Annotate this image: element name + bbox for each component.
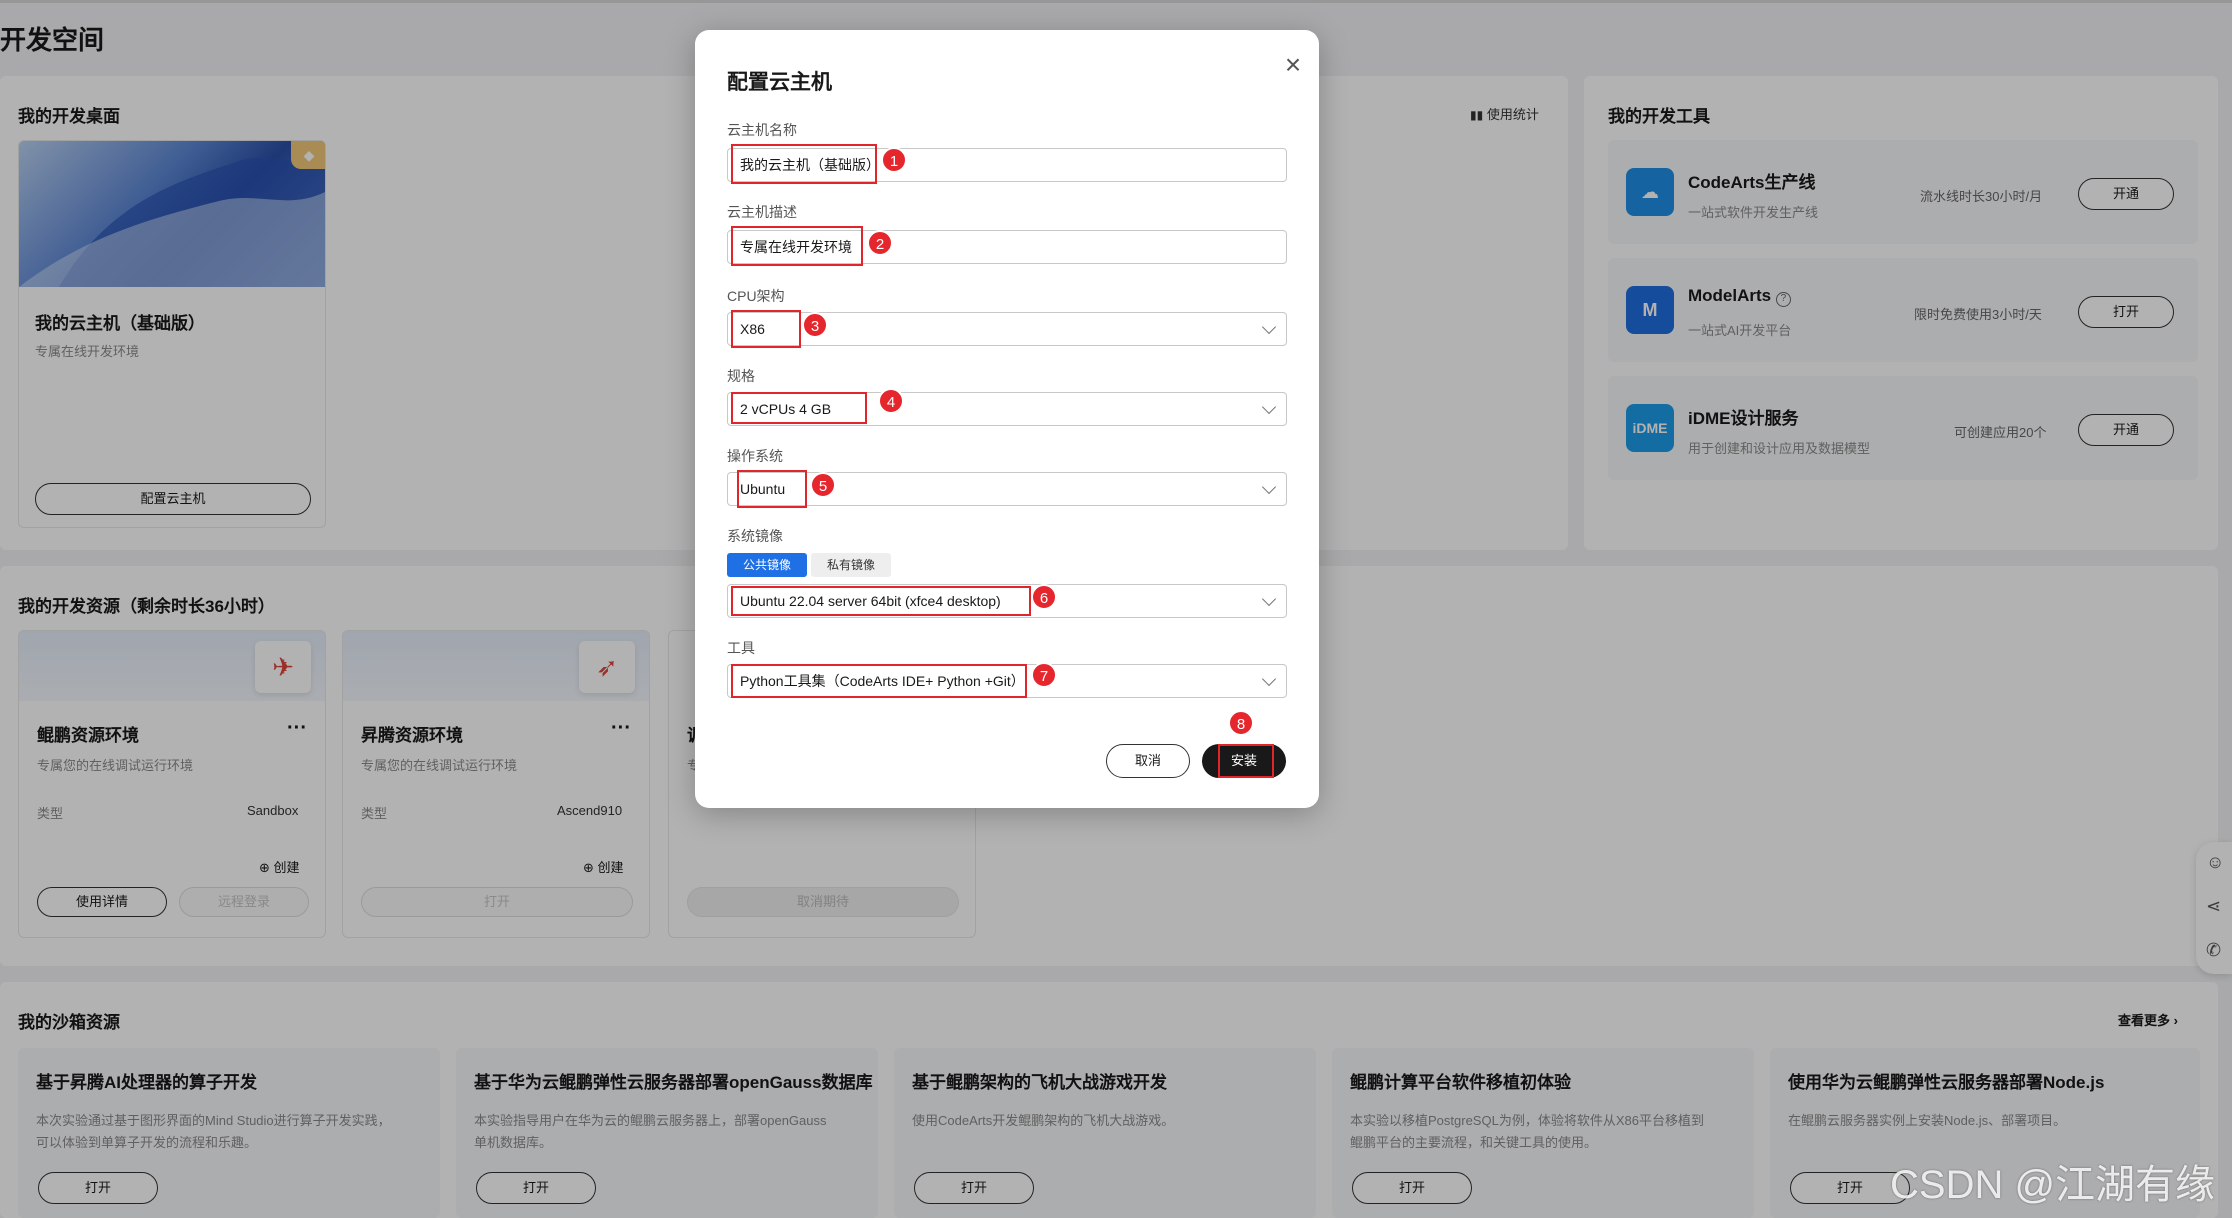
annotation-badge-6: 6: [1031, 584, 1057, 610]
close-icon[interactable]: ×: [1278, 50, 1308, 80]
cpu-label: CPU架构: [727, 288, 785, 304]
vm-name-label: 云主机名称: [727, 122, 797, 138]
annotation-badge-3: 3: [802, 312, 828, 338]
spec-label: 规格: [727, 368, 755, 384]
annotation-badge-5: 5: [810, 472, 836, 498]
annotation-badge-7: 7: [1031, 662, 1057, 688]
private-image-tab[interactable]: 私有镜像: [811, 553, 891, 577]
public-image-tab[interactable]: 公共镜像: [727, 553, 807, 577]
chevron-down-icon: [1261, 319, 1277, 335]
watermark: CSDN @江湖有缘: [1890, 1163, 2216, 1207]
dialog-title: 配置云主机: [727, 71, 832, 94]
chevron-down-icon: [1261, 671, 1277, 687]
chevron-down-icon: [1261, 591, 1277, 607]
annotation-badge-4: 4: [878, 388, 904, 414]
image-label: 系统镜像: [727, 528, 783, 544]
annotation-badge-2: 2: [867, 230, 893, 256]
annotation-badge-1: 1: [881, 147, 907, 173]
annotation-box-8: [1218, 744, 1274, 778]
cancel-button[interactable]: 取消: [1106, 744, 1190, 778]
tool-label: 工具: [727, 640, 755, 656]
chevron-down-icon: [1261, 479, 1277, 495]
annotation-badge-8: 8: [1228, 710, 1254, 736]
config-vm-dialog: 配置云主机 × 云主机名称 我的云主机（基础版） 1 云主机描述 专属在线开发环…: [695, 30, 1319, 808]
vm-desc-label: 云主机描述: [727, 204, 797, 220]
os-label: 操作系统: [727, 448, 783, 464]
chevron-down-icon: [1261, 399, 1277, 415]
